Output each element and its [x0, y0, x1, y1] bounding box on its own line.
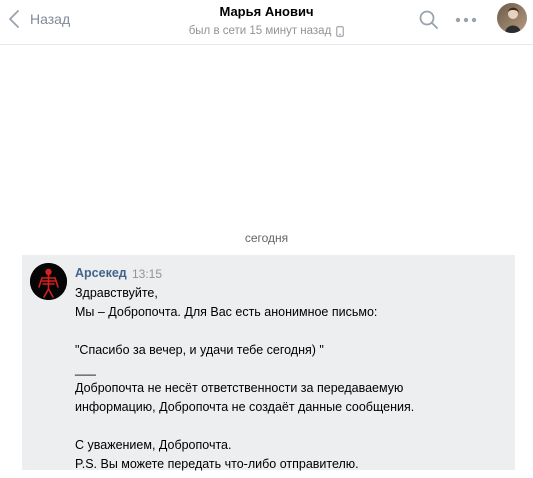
message-line: Здравствуйте, [75, 286, 158, 300]
message-author[interactable]: Арсекед [75, 266, 127, 280]
more-button[interactable] [454, 12, 478, 28]
more-dots-icon [454, 15, 478, 32]
chevron-left-icon [4, 8, 24, 30]
message-line: Мы – Добропочта. Для Вас есть анонимное … [75, 305, 378, 319]
top-bar: Назад Марья Анович был в сети 15 минут н… [0, 0, 533, 45]
peer-info[interactable]: Марья Анович был в сети 15 минут назад [140, 4, 393, 38]
message-line: P.S. Вы можете передать что-либо отправи… [75, 457, 359, 471]
message-line: "Спасибо за вечер, и удачи тебе сегодня)… [75, 343, 324, 357]
author-avatar[interactable] [30, 263, 67, 300]
search-icon [418, 10, 440, 35]
message-line: ___ [75, 362, 96, 376]
peer-status: был в сети 15 минут назад [140, 24, 393, 38]
message-line: С уважением, Добропочта. [75, 438, 232, 452]
peer-name: Марья Анович [219, 4, 314, 19]
message: Арсекед 13:15 Здравствуйте, Мы – Добропо… [22, 255, 515, 471]
search-button[interactable] [418, 9, 440, 31]
mobile-phone-icon [336, 25, 345, 37]
back-button[interactable]: Назад [4, 8, 70, 30]
peer-status-text: был в сети 15 минут назад [188, 25, 332, 37]
message-line: Добропочта не несёт ответственности за п… [75, 381, 404, 395]
message-line [75, 322, 505, 341]
message-time[interactable]: 13:15 [132, 267, 162, 281]
message-line: информацию, Добропочта не создаёт данные… [75, 400, 415, 414]
back-label: Назад [30, 11, 71, 27]
date-divider: сегодня [244, 231, 289, 245]
message-text: Здравствуйте, Мы – Добропочта. Для Вас е… [75, 284, 505, 474]
message-line [75, 417, 505, 436]
peer-avatar[interactable] [497, 3, 527, 33]
